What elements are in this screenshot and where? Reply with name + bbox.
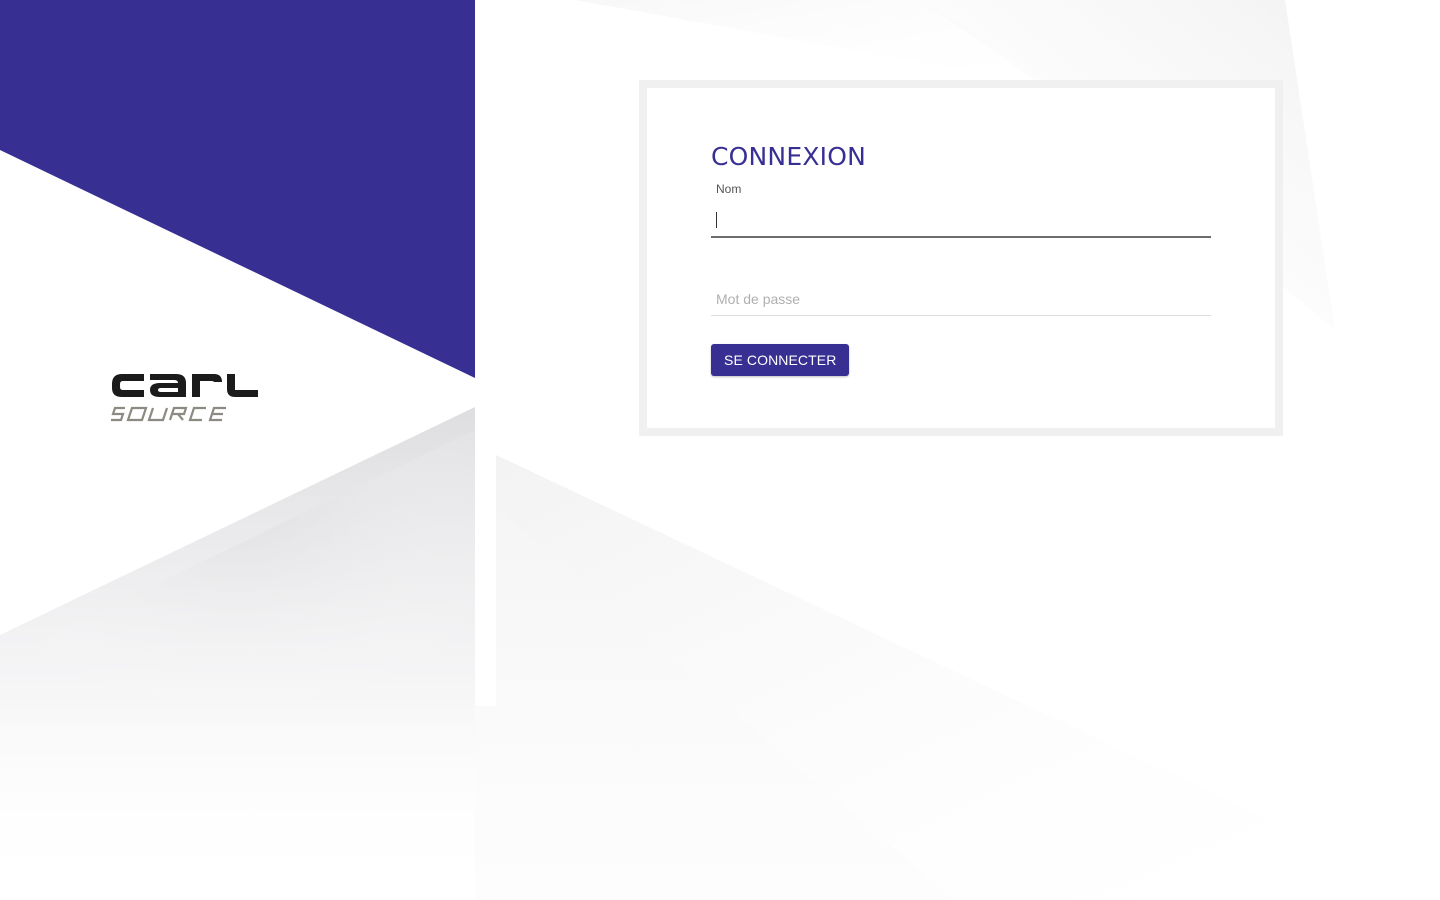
brand-panel-background (0, 0, 475, 900)
password-field (711, 282, 1211, 322)
source-wordmark-icon (111, 406, 226, 422)
text-cursor (716, 212, 717, 228)
username-label: Nom (716, 182, 742, 196)
carl-logo-mark-icon (112, 374, 258, 397)
carl-source-logo (110, 370, 260, 426)
login-card-frame: CONNEXION Nom SE CONNECTER (639, 80, 1283, 436)
password-input[interactable] (711, 282, 1211, 316)
login-title: CONNEXION (711, 142, 867, 171)
username-field: Nom (711, 180, 1211, 240)
login-card: CONNEXION Nom SE CONNECTER (647, 88, 1275, 428)
username-input[interactable] (711, 204, 1211, 238)
login-page: CONNEXION Nom SE CONNECTER (0, 0, 1440, 900)
login-button[interactable]: SE CONNECTER (711, 344, 850, 376)
brand-panel (0, 0, 475, 900)
